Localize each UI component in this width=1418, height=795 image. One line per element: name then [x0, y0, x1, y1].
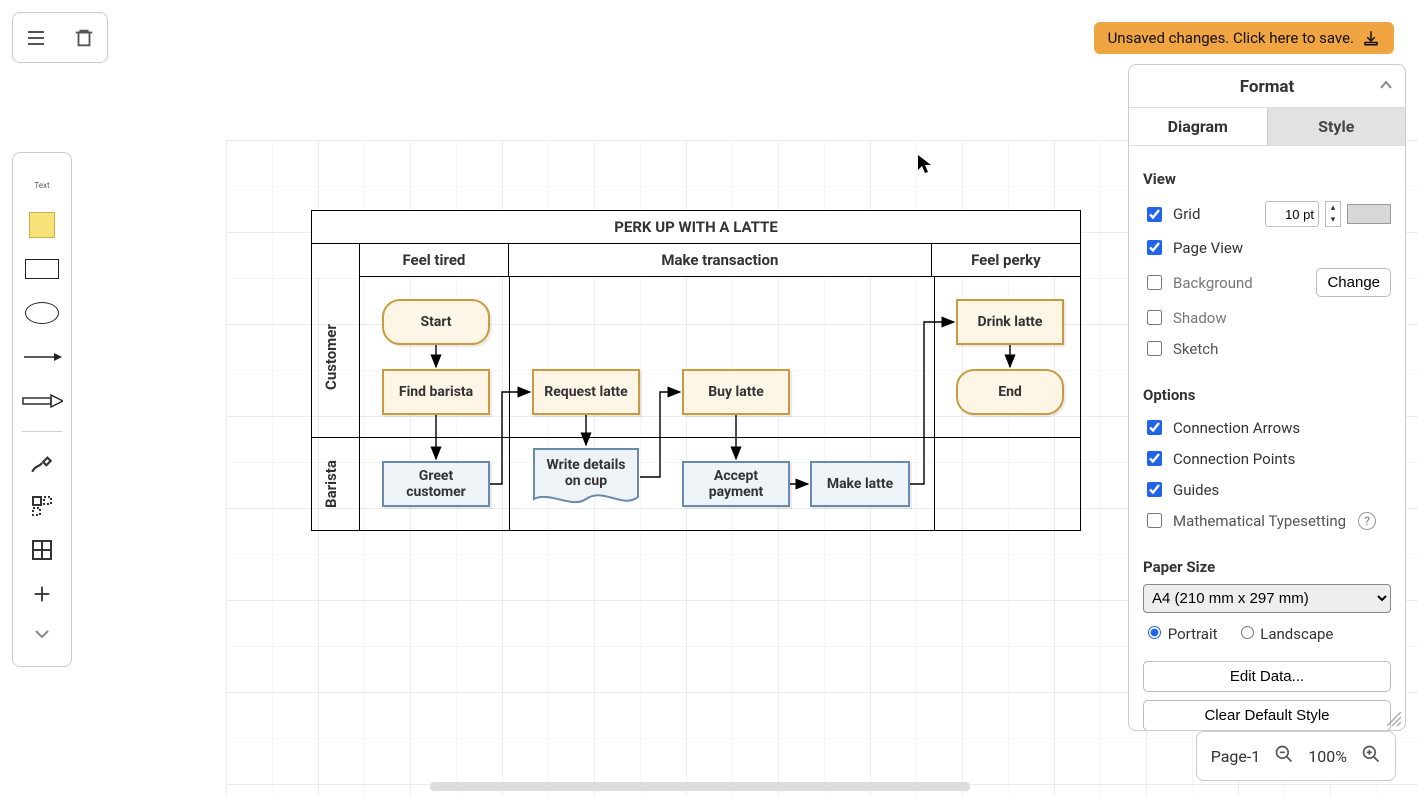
node-start[interactable]: Start — [382, 299, 490, 345]
page-label[interactable]: Page-1 — [1211, 747, 1261, 766]
zoom-in-icon — [1361, 744, 1381, 764]
phase-col-3[interactable]: Feel perky — [931, 244, 1080, 277]
opt-math[interactable]: Mathematical Typesetting? — [1143, 505, 1391, 536]
plus-icon — [31, 583, 53, 605]
edit-data-button[interactable]: Edit Data... — [1143, 661, 1391, 692]
section-view: View — [1143, 170, 1391, 188]
grid-size-stepper[interactable]: ▴▾ — [1325, 201, 1341, 227]
background-change-button[interactable]: Change — [1316, 268, 1391, 297]
lane-customer[interactable]: Customer — [312, 277, 360, 437]
chevron-down-icon — [34, 629, 50, 639]
opt-pageview-checkbox[interactable] — [1147, 240, 1162, 255]
opt-background-checkbox[interactable] — [1147, 275, 1162, 290]
opt-grid-checkbox[interactable] — [1147, 207, 1162, 222]
delete-button[interactable] — [69, 23, 99, 53]
node-write-details[interactable]: Write details on cup — [532, 447, 640, 507]
hamburger-icon — [24, 26, 48, 50]
banner-text: Unsaved changes. Click here to save. — [1108, 29, 1354, 47]
grid-color-swatch[interactable] — [1347, 204, 1391, 224]
opt-sketch-checkbox[interactable] — [1147, 341, 1162, 356]
shape-note[interactable] — [12, 203, 72, 247]
zoom-out-icon — [1274, 744, 1294, 764]
help-icon[interactable]: ? — [1358, 512, 1376, 530]
section-paper: Paper Size — [1143, 558, 1391, 576]
phase-col-2[interactable]: Make transaction — [509, 244, 932, 277]
swimlane-diagram[interactable]: PERK UP WITH A LATTE Feel tired Make tra… — [311, 210, 1081, 531]
horizontal-scrollbar[interactable] — [430, 782, 970, 791]
shape-rectangle[interactable] — [12, 247, 72, 291]
templates-icon — [30, 494, 54, 518]
opt-grid-label: Grid — [1173, 205, 1257, 223]
rectangle-icon — [25, 259, 59, 279]
opt-shadow-checkbox[interactable] — [1147, 310, 1162, 325]
opt-sketch[interactable]: Sketch — [1143, 333, 1391, 364]
format-panel-title: Format — [1129, 65, 1405, 107]
shape-text[interactable]: Text — [12, 167, 72, 203]
section-options: Options — [1143, 386, 1391, 404]
resize-handle-icon[interactable] — [1387, 712, 1401, 726]
node-end[interactable]: End — [956, 369, 1064, 415]
paper-size-select[interactable]: A4 (210 mm x 297 mm) — [1143, 584, 1391, 613]
zoom-in-button[interactable] — [1361, 744, 1381, 768]
node-make-latte[interactable]: Make latte — [810, 461, 910, 507]
ellipse-icon — [25, 302, 59, 324]
menu-button[interactable] — [21, 23, 51, 53]
opt-background[interactable]: Background Change — [1143, 263, 1391, 302]
download-icon — [1362, 29, 1380, 47]
node-buy-latte[interactable]: Buy latte — [682, 369, 790, 415]
corner-toolbar — [12, 12, 108, 63]
tab-style[interactable]: Style — [1267, 108, 1406, 145]
grid-size-input[interactable] — [1265, 201, 1319, 227]
status-bar: Page-1 100% — [1196, 731, 1396, 781]
shape-arrow[interactable] — [12, 379, 72, 423]
opt-guides[interactable]: Guides — [1143, 474, 1391, 505]
line-arrow-icon — [22, 351, 62, 363]
phase-col-1[interactable]: Feel tired — [359, 244, 508, 277]
shape-more[interactable] — [12, 616, 72, 652]
opt-shadow[interactable]: Shadow — [1143, 302, 1391, 333]
opt-conn-points[interactable]: Connection Points — [1143, 443, 1391, 474]
node-find-barista[interactable]: Find barista — [382, 369, 490, 415]
node-write-details-label: Write details on cup — [538, 453, 634, 493]
zoom-out-button[interactable] — [1274, 744, 1294, 768]
shape-add[interactable] — [12, 572, 72, 616]
orientation-portrait[interactable]: Portrait — [1143, 623, 1218, 643]
opt-conn-arrows[interactable]: Connection Arrows — [1143, 412, 1391, 443]
opt-pageview[interactable]: Page View — [1143, 232, 1391, 263]
pencil-icon — [29, 449, 55, 475]
opt-grid[interactable]: Grid ▴▾ — [1143, 196, 1391, 232]
shape-templates[interactable] — [12, 484, 72, 528]
shape-table[interactable] — [12, 528, 72, 572]
node-greet-customer[interactable]: Greet customer — [382, 461, 490, 507]
block-arrow-icon — [21, 394, 63, 408]
separator — [22, 431, 62, 432]
shape-ellipse[interactable] — [12, 291, 72, 335]
lane-barista[interactable]: Barista — [312, 437, 360, 531]
node-request-latte[interactable]: Request latte — [532, 369, 640, 415]
sticky-note-icon — [29, 212, 55, 238]
unsaved-changes-banner[interactable]: Unsaved changes. Click here to save. — [1094, 22, 1394, 54]
format-panel: Format Diagram Style View Grid ▴▾ Page V… — [1128, 64, 1406, 731]
shape-freehand[interactable] — [12, 440, 72, 484]
shape-sidebar: Text — [12, 152, 72, 667]
trash-icon — [73, 27, 95, 49]
tab-diagram[interactable]: Diagram — [1129, 108, 1267, 145]
collapse-panel-button[interactable] — [1379, 75, 1393, 95]
node-drink-latte[interactable]: Drink latte — [956, 299, 1064, 345]
shape-line[interactable] — [12, 335, 72, 379]
zoom-level[interactable]: 100% — [1308, 747, 1347, 766]
text-icon: Text — [34, 181, 49, 190]
clear-style-button[interactable]: Clear Default Style — [1143, 700, 1391, 730]
node-accept-payment[interactable]: Accept payment — [682, 461, 790, 507]
chevron-up-icon — [1379, 80, 1393, 90]
orientation-landscape[interactable]: Landscape — [1236, 623, 1334, 643]
diagram-title[interactable]: PERK UP WITH A LATTE — [312, 211, 1081, 244]
table-icon — [30, 538, 54, 562]
